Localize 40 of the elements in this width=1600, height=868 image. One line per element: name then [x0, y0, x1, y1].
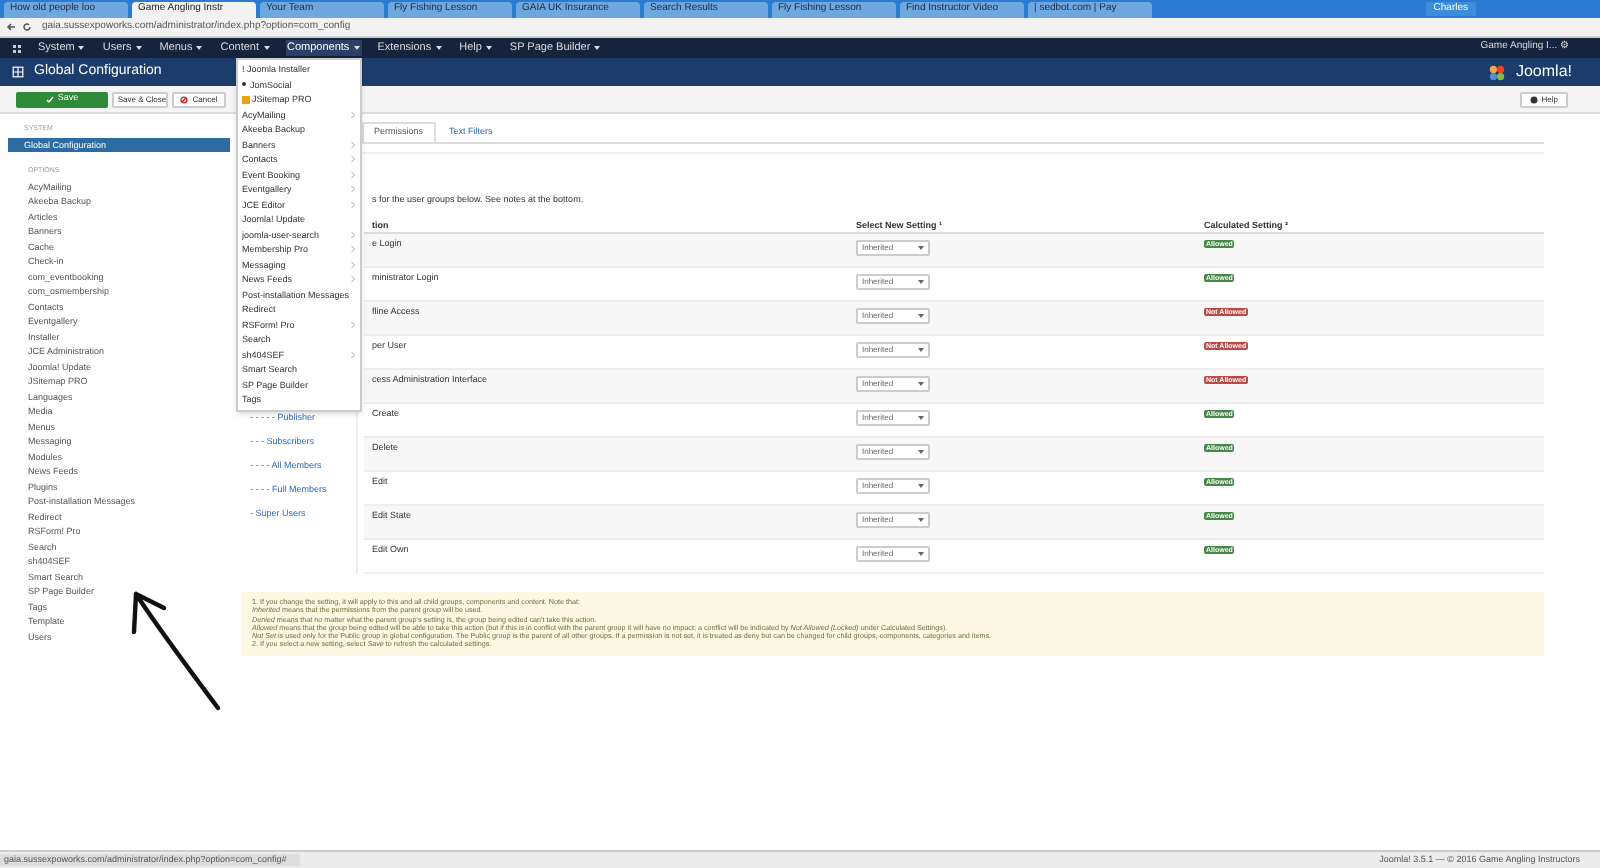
caret-icon — [918, 484, 924, 488]
chevron-icon — [350, 156, 356, 163]
caret-icon — [135, 46, 142, 50]
caret-icon — [78, 46, 85, 50]
logo-text: Joomla! — [1515, 60, 1572, 84]
caret-icon — [918, 280, 924, 284]
grid-icon — [12, 66, 24, 78]
caret-icon — [435, 46, 442, 50]
cancel-icon — [180, 95, 189, 103]
caret-icon — [918, 518, 924, 522]
caret-icon — [353, 46, 360, 50]
check-icon — [45, 95, 54, 103]
chevron-icon — [350, 231, 356, 238]
chevron-icon — [350, 171, 356, 178]
caret-icon — [594, 46, 601, 50]
joomla-icon[interactable] — [12, 43, 22, 53]
chevron-icon — [350, 351, 356, 358]
caret-icon — [918, 348, 924, 352]
caret-icon — [196, 46, 203, 50]
chevron-icon — [350, 276, 356, 283]
help-icon — [1529, 95, 1538, 103]
chevron-icon — [350, 246, 356, 253]
caret-icon — [918, 450, 924, 454]
chevron-icon — [350, 186, 356, 193]
caret-icon — [918, 314, 924, 318]
caret-icon — [918, 416, 924, 420]
caret-icon — [918, 552, 924, 556]
caret-icon — [485, 46, 492, 50]
logo-icon — [1487, 63, 1506, 81]
chevron-icon — [350, 141, 356, 148]
caret-icon — [263, 46, 269, 50]
reload-icon[interactable] — [22, 22, 32, 32]
caret-icon — [918, 382, 924, 386]
chevron-icon — [350, 201, 356, 208]
chevron-icon — [350, 111, 356, 118]
back-icon[interactable] — [6, 22, 16, 32]
chevron-icon — [350, 321, 356, 328]
caret-icon — [918, 246, 924, 250]
chevron-icon — [350, 261, 356, 268]
component-icon — [242, 95, 250, 104]
